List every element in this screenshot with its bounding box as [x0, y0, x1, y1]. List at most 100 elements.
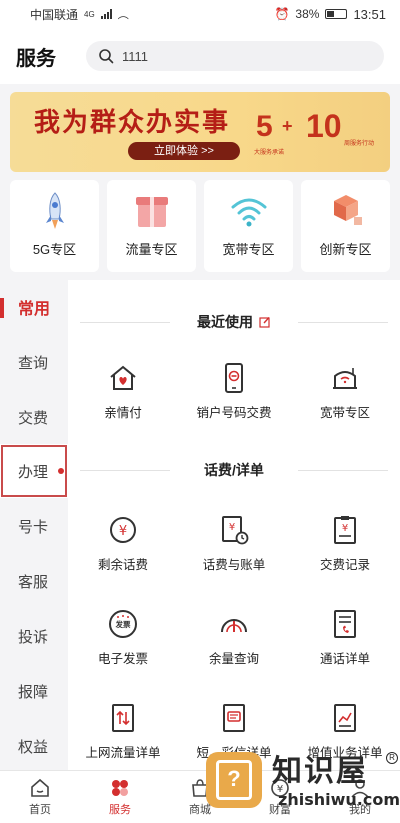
watermark-reg: R: [386, 752, 398, 764]
section-header-recent: 最近使用: [68, 310, 400, 334]
notification-dot: [58, 468, 64, 474]
call-list-icon: [334, 610, 356, 638]
signal-icon: [100, 9, 112, 19]
zone-card-broadband[interactable]: 宽带专区: [204, 180, 293, 272]
service-label: 话费与账单: [202, 558, 266, 572]
service-panel: 最近使用 亲情付 销户号码交费 宽带专区 话费/详单 ¥ 剩余话费 ¥ 话费与账…: [68, 280, 400, 770]
page-title: 服务: [16, 47, 56, 70]
svg-text:¥: ¥: [119, 524, 127, 539]
phone-minus-icon: [225, 363, 243, 393]
service-label: 余量查询: [208, 652, 259, 666]
yuan-coin-icon: ¥: [110, 517, 136, 543]
watermark-url: zhishiwu.com: [278, 790, 400, 809]
wifi-status-icon: ︵: [117, 9, 129, 21]
section-header-billing: 话费/详单: [68, 458, 400, 482]
sidebar-item-common[interactable]: 常用: [0, 280, 68, 334]
tab-service[interactable]: 服务: [80, 771, 160, 823]
carrier-label: 中国联通: [30, 7, 79, 22]
section-title-billing: 话费/详单: [204, 462, 264, 478]
header: 服务: [0, 28, 400, 84]
service-item-remaining-query[interactable]: 余量查询: [179, 608, 289, 678]
zone-card-5g[interactable]: 5G专区: [10, 180, 99, 272]
service-item-closed-number-pay[interactable]: 销户号码交费: [179, 362, 289, 432]
banner-number-5: 5: [256, 110, 273, 143]
banner-try-button[interactable]: 立即体验 >>: [128, 142, 240, 160]
svg-text:¥: ¥: [229, 522, 235, 533]
service-label: 宽带专区: [319, 406, 370, 420]
sidebar-item-handle-label: 办理: [18, 463, 49, 481]
network-label: 4G: [84, 9, 95, 19]
section-title-recent: 最近使用: [197, 314, 253, 330]
service-icon: [112, 780, 128, 796]
service-item-call-detail[interactable]: 通话详单: [290, 608, 400, 678]
service-item-broadband[interactable]: 宽带专区: [290, 362, 400, 432]
search-bar[interactable]: [86, 41, 384, 71]
invoice-icon: 发票: [109, 610, 137, 638]
sidebar-item-number-card[interactable]: 号卡: [0, 499, 68, 553]
home-icon: [31, 778, 49, 797]
service-item-family-pay[interactable]: 亲情付: [68, 362, 178, 432]
zone-label-traffic: 流量专区: [125, 242, 178, 257]
alarm-icon: ⏰: [274, 7, 290, 21]
blocks-icon: [333, 195, 362, 225]
service-item-balance[interactable]: ¥ 剩余话费: [68, 514, 178, 584]
sidebar-item-complaint[interactable]: 投诉: [0, 609, 68, 663]
battery-percent: 38%: [295, 7, 320, 21]
service-label: 通话详单: [319, 652, 370, 666]
clipboard-yuan-icon: ¥: [334, 516, 356, 544]
invoice-badge: 发票: [115, 619, 131, 629]
service-item-payment-record[interactable]: ¥ 交费记录: [290, 514, 400, 584]
tab-home[interactable]: 首页: [0, 771, 80, 823]
watermark: ? 知识屋 R zhishiwu.com: [206, 742, 400, 823]
zone-label-5g: 5G专区: [32, 242, 77, 257]
zone-card-traffic[interactable]: 流量专区: [107, 180, 196, 272]
battery-icon: [325, 9, 348, 19]
status-bar: 中国联通 4G ︵ ⏰ 38% 13:51: [0, 0, 400, 28]
banner-number-10: 10: [306, 108, 342, 144]
data-list-icon: [112, 704, 134, 732]
sidebar-item-payment[interactable]: 交费: [0, 390, 68, 444]
service-label: 电子发票: [97, 652, 148, 666]
search-input[interactable]: [122, 48, 322, 64]
gauge-icon: [221, 619, 247, 633]
svg-text:¥: ¥: [342, 523, 348, 534]
sidebar-item-benefits[interactable]: 权益: [0, 719, 68, 773]
service-item-bill[interactable]: ¥ 话费与账单: [179, 514, 289, 584]
gift-box-icon: [135, 197, 168, 227]
zone-cards: 5G专区 流量专区 宽带专区 创新专区: [10, 180, 390, 272]
edit-icon[interactable]: [259, 316, 271, 328]
bill-clock-icon: ¥: [222, 516, 249, 545]
service-item-e-invoice[interactable]: 发票 电子发票: [68, 608, 178, 678]
message-list-icon: [223, 704, 245, 732]
zone-card-innovation[interactable]: 创新专区: [301, 180, 390, 272]
chart-list-icon: [334, 704, 356, 732]
category-sidebar: 常用 查询 交费 办理 号卡 客服 投诉 报障 权益: [0, 280, 68, 770]
watermark-logo: ?: [206, 752, 262, 808]
search-icon: [99, 49, 114, 64]
banner-sub-right: 周服务行动: [344, 141, 375, 147]
home-heart-icon: [110, 365, 136, 390]
service-label: 交费记录: [319, 558, 370, 572]
zone-label-innovation: 创新专区: [319, 242, 372, 257]
tab-label-home: 首页: [29, 804, 51, 816]
clock-time: 13:51: [353, 6, 386, 22]
rocket-icon: [45, 192, 64, 229]
banner-plus: +: [282, 116, 293, 136]
tab-label-service: 服务: [109, 804, 131, 816]
wifi-icon: [231, 198, 266, 227]
router-icon: [333, 368, 357, 389]
sidebar-item-query[interactable]: 查询: [0, 335, 68, 389]
sidebar-item-report-fault[interactable]: 报障: [0, 664, 68, 718]
service-label: 销户号码交费: [196, 406, 272, 420]
service-label: 亲情付: [104, 406, 142, 420]
banner-sub-left: 大服务承诺: [254, 150, 285, 156]
promo-banner[interactable]: 我为群众办实事 立即体验 >> 5 + 10 大服务承诺 周服务行动: [10, 92, 390, 172]
watermark-brand: 知识屋: [272, 754, 368, 789]
watermark-q: ?: [216, 760, 252, 800]
service-item-data-detail[interactable]: 上网流量详单: [68, 702, 178, 772]
zone-label-broadband: 宽带专区: [222, 242, 275, 257]
service-label: 上网流量详单: [85, 746, 161, 760]
banner-title: 我为群众办实事: [34, 108, 231, 138]
sidebar-item-handle[interactable]: 办理: [0, 444, 68, 498]
sidebar-item-customer-service[interactable]: 客服: [0, 554, 68, 608]
